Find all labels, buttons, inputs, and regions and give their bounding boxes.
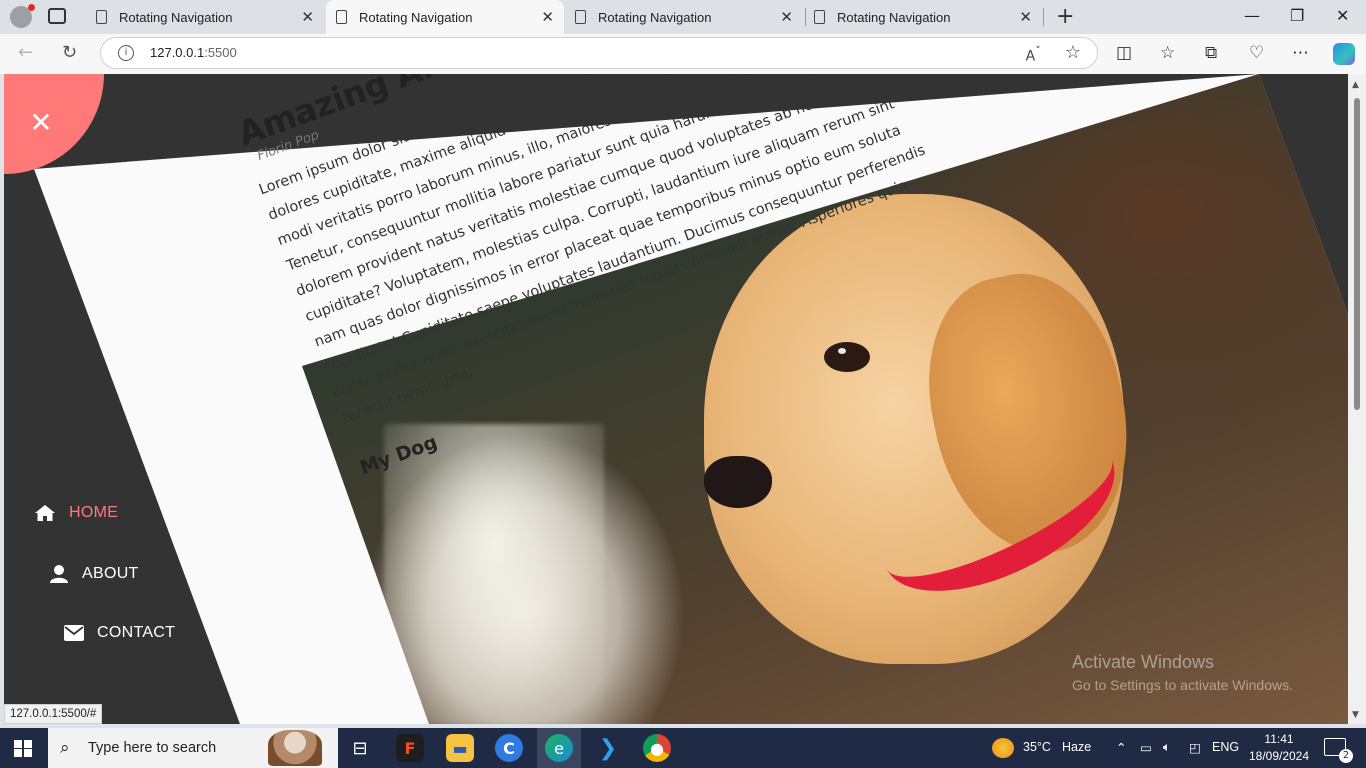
tab-title: Rotating Navigation (837, 9, 951, 25)
browser-tab-2[interactable]: Rotating Navigation ✕ (326, 0, 564, 34)
nav-item-about[interactable]: About (49, 564, 139, 584)
notification-icon[interactable]: 2 (1324, 738, 1353, 763)
close-menu-button[interactable]: ✕ (26, 108, 56, 138)
windows-taskbar: ⌕ Type here to search ⊟ F ▬ C e ❯ ● 35°C… (0, 728, 1366, 768)
new-tab-icon[interactable]: + (1056, 4, 1074, 29)
profile-avatar[interactable] (10, 4, 35, 28)
scroll-down-icon[interactable]: ▼ (1352, 710, 1359, 720)
tab-title: Rotating Navigation (359, 9, 473, 25)
link-status-tooltip: 127.0.0.1:5500/# (4, 704, 103, 724)
close-tab-icon[interactable]: ✕ (541, 8, 554, 26)
page-icon (336, 10, 347, 24)
weather-temp[interactable]: 35°C (1023, 740, 1051, 754)
weather-desc[interactable]: Haze (1062, 740, 1091, 754)
windows-start-icon[interactable] (14, 740, 32, 757)
envelope-icon (64, 625, 84, 641)
watermark-title: Activate Windows (1072, 652, 1215, 672)
split-screen-icon[interactable]: ◫ (1116, 43, 1132, 63)
nav-item-contact[interactable]: Contact (64, 624, 175, 642)
favorite-star-icon[interactable]: ☆ (1065, 42, 1081, 63)
nav-label-about: About (82, 565, 139, 582)
address-url[interactable]: 127.0.0.1:5500 (150, 45, 237, 60)
language-indicator[interactable]: ENG (1212, 740, 1239, 754)
close-window-icon[interactable]: ✕ (1336, 6, 1349, 25)
dog-eye (824, 342, 870, 372)
home-icon (35, 505, 55, 521)
vscode-icon[interactable]: ❯ (594, 734, 622, 762)
volume-icon[interactable]: 🔈︎ (1163, 740, 1171, 755)
clock-time: 11:41 (1264, 732, 1294, 746)
close-tab-icon[interactable]: ✕ (301, 8, 314, 26)
figma-icon[interactable]: F (396, 734, 424, 762)
camera-icon[interactable]: ◰ (1189, 740, 1201, 755)
copilot-icon[interactable] (1333, 43, 1355, 65)
task-view-icon[interactable]: ⊟ (346, 734, 374, 762)
browser-tab-strip: Rotating Navigation ✕ Rotating Navigatio… (0, 0, 1366, 34)
nav-label-contact: Contact (97, 624, 176, 641)
refresh-icon[interactable]: ↻ (62, 42, 77, 63)
search-highlight-image (268, 730, 322, 766)
taskbar-clock[interactable]: 11:41 18/09/2024 (1248, 731, 1310, 765)
scroll-up-icon[interactable]: ▲ (1352, 80, 1359, 90)
user-icon (50, 565, 68, 583)
clock-date: 18/09/2024 (1248, 749, 1310, 763)
browser-tab-3[interactable]: Rotating Navigation ✕ (565, 0, 803, 34)
page-icon (575, 10, 586, 24)
file-explorer-icon[interactable]: ▬ (446, 734, 474, 762)
tab-title: Rotating Navigation (598, 9, 712, 25)
vertical-scrollbar[interactable]: ▲ ▼ (1348, 74, 1366, 724)
dog-nose (704, 456, 772, 508)
page-icon (96, 10, 107, 24)
favorites-icon[interactable]: ☆ (1160, 43, 1175, 63)
browser-tab-1[interactable]: Rotating Navigation ✕ (86, 0, 324, 34)
more-options-icon[interactable]: ⋯ (1292, 43, 1309, 63)
performance-icon[interactable]: ♡ (1249, 43, 1264, 63)
url-port: :5500 (204, 45, 237, 60)
search-icon: ⌕ (60, 738, 70, 758)
tab-separator (1043, 8, 1044, 26)
close-tab-icon[interactable]: ✕ (1019, 8, 1032, 26)
page-viewport: Amazing Ar Florin Pop Lorem ipsum dolor … (4, 74, 1348, 724)
search-placeholder: Type here to search (88, 740, 217, 756)
canva-icon[interactable]: C (495, 734, 523, 762)
collections-icon[interactable]: ⧉ (1205, 43, 1217, 63)
taskbar-search[interactable]: ⌕ Type here to search (48, 728, 338, 768)
address-bar[interactable]: i 127.0.0.1:5500 Aˇ ☆ (100, 37, 1098, 69)
browser-tab-4[interactable]: Rotating Navigation ✕ (804, 0, 1042, 34)
chrome-icon[interactable]: ● (643, 734, 671, 762)
weather-icon[interactable] (992, 738, 1014, 758)
rotated-container: Amazing Ar Florin Pop Lorem ipsum dolor … (4, 74, 1348, 724)
restore-icon[interactable]: ❐ (1290, 6, 1304, 25)
tab-actions-icon[interactable] (48, 8, 66, 24)
page-icon (814, 10, 825, 24)
minimize-icon[interactable]: — (1244, 6, 1260, 25)
nav-item-home[interactable]: Home (34, 504, 118, 522)
watermark-subtitle: Go to Settings to activate Windows. (1072, 677, 1293, 693)
show-hidden-icons[interactable]: ⌃ (1116, 740, 1126, 755)
nav-label-home: Home (69, 504, 119, 521)
browser-toolbar: ← ↻ i 127.0.0.1:5500 Aˇ ☆ ◫ ☆ ⧉ ♡ ⋯ (0, 34, 1366, 74)
battery-icon[interactable]: ▭ (1140, 740, 1152, 755)
url-host: 127.0.0.1 (150, 45, 205, 60)
close-tab-icon[interactable]: ✕ (780, 8, 793, 26)
back-icon[interactable]: ← (18, 42, 33, 63)
scrollbar-thumb[interactable] (1354, 98, 1360, 410)
activate-windows-watermark: Activate Windows Go to Settings to activ… (1072, 652, 1293, 693)
info-icon[interactable]: i (118, 45, 134, 61)
notification-count: 2 (1339, 749, 1353, 763)
tab-title: Rotating Navigation (119, 9, 233, 25)
read-aloud-icon[interactable]: Aˇ (1026, 44, 1041, 65)
blurred-fence (384, 424, 604, 724)
edge-icon[interactable]: e (545, 734, 573, 762)
